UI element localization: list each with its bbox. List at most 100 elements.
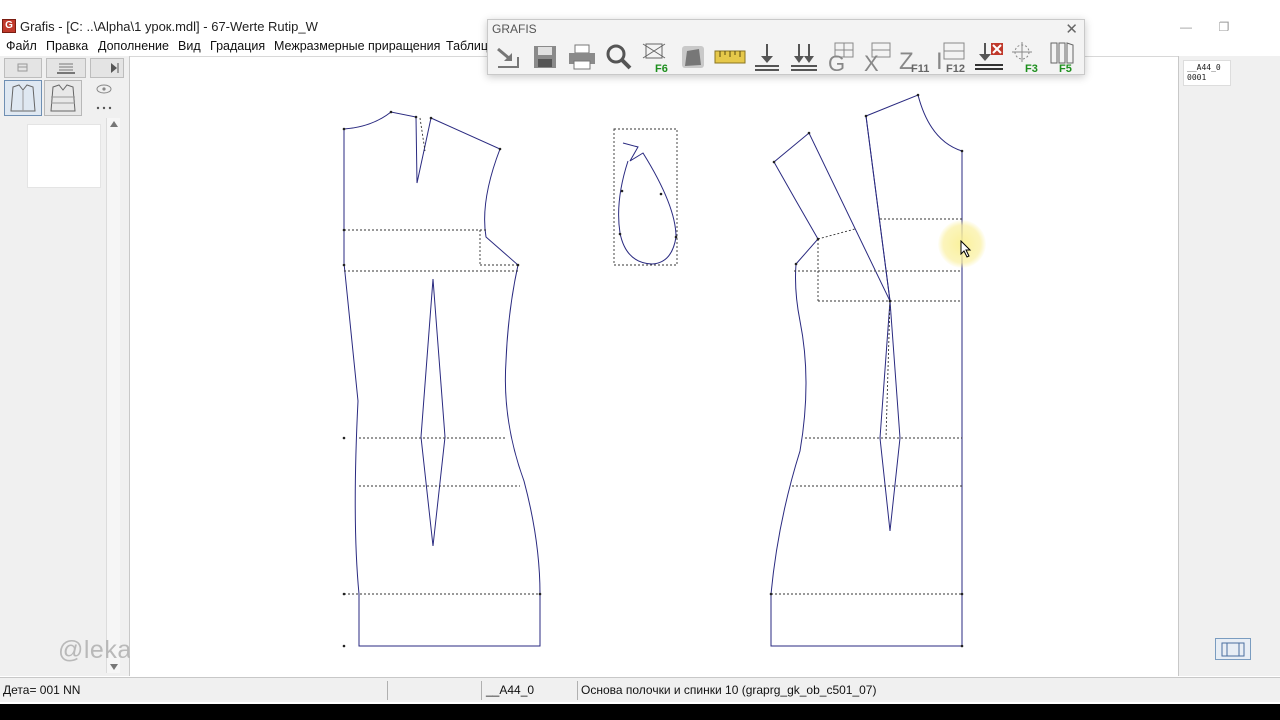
grafis-toolbar-window[interactable]: GRAFIS ✕ F6 G X Z F11 I F12 F3 F5: [487, 19, 1085, 76]
toolbar-title: GRAFIS: [492, 22, 537, 36]
window-title: Grafis - [C: ..\Alpha\1 урок.mdl] - 67-W…: [20, 19, 318, 34]
play-icon: [111, 63, 119, 73]
measure-button[interactable]: [712, 39, 747, 74]
measure-icon: [714, 50, 746, 64]
point: [772, 160, 776, 164]
menu-size-increments[interactable]: Межразмерные приращения: [274, 39, 440, 53]
point: [960, 149, 964, 153]
point: [807, 131, 811, 135]
step-forward-key: F12: [946, 63, 965, 74]
size-label[interactable]: __A44_0 0001: [1183, 60, 1231, 86]
front-dart-leg: [865, 115, 891, 302]
point: [916, 93, 920, 97]
piece-button[interactable]: [675, 39, 710, 74]
menu-edit[interactable]: Правка: [46, 39, 88, 53]
app-icon: G: [2, 19, 16, 33]
delete-step-button[interactable]: [971, 39, 1006, 74]
print-icon: [569, 44, 595, 70]
point: [516, 263, 520, 267]
bodice-grid-icon: [50, 84, 76, 112]
delete-construction-icon: X: [864, 42, 891, 76]
step-forward-icon: I F12: [936, 42, 965, 75]
fit-view-key: F6: [655, 63, 668, 74]
status-detail: Дета= 001 NN: [3, 683, 81, 697]
menu-file[interactable]: Файл: [6, 39, 37, 53]
left-panel-scrollbar[interactable]: [106, 118, 120, 673]
point: [620, 189, 624, 193]
status-bar: Дета= 001 NN __A44_0 Основа полочки и сп…: [0, 677, 1280, 702]
delete-construction-button[interactable]: X: [860, 39, 895, 76]
fit-view-icon: F6: [642, 43, 668, 75]
list-icon: [57, 63, 75, 74]
step-forward-button[interactable]: I F12: [934, 39, 969, 75]
grafis-window: G Grafis - [C: ..\Alpha\1 урок.mdl] - 67…: [0, 0, 1280, 704]
status-separator: [481, 681, 482, 700]
point-info-key: F3: [1025, 63, 1038, 74]
zoom-icon: [606, 44, 632, 70]
minimize-button[interactable]: —: [1166, 17, 1206, 38]
toolbar-close-button[interactable]: ✕: [1065, 20, 1078, 38]
print-button[interactable]: [564, 39, 599, 74]
status-size: __A44_0: [486, 683, 535, 697]
front-waist-dart: [879, 300, 901, 532]
menu-addition[interactable]: Дополнение: [98, 39, 169, 53]
back-piece-tool[interactable]: [44, 80, 82, 116]
delete-step-icon: [975, 43, 1003, 70]
step-back-icon: ZF11: [899, 48, 929, 75]
delete-key: X: [864, 51, 879, 74]
point: [429, 116, 433, 120]
drawing-canvas[interactable]: [130, 56, 1178, 676]
fit-view-button[interactable]: F6: [638, 39, 673, 75]
point: [342, 127, 346, 131]
point: [342, 228, 346, 232]
panel-list-button[interactable]: [46, 58, 86, 78]
front-bust-line: [817, 228, 856, 240]
point: [414, 115, 418, 119]
pieces-button[interactable]: F5: [1045, 39, 1080, 75]
point: [342, 644, 346, 648]
point: [498, 147, 502, 151]
save-icon: [534, 46, 556, 68]
zoom-button[interactable]: [601, 39, 636, 74]
size-label-line1: __A44_0: [1187, 63, 1221, 72]
point: [342, 263, 346, 267]
armhole-template: [618, 142, 677, 265]
point: [769, 592, 773, 596]
scroll-arrows-icon: [110, 121, 118, 670]
point: [888, 299, 892, 303]
piece-view-button[interactable]: [1215, 638, 1251, 660]
pattern-drawing: [342, 93, 964, 648]
open-button[interactable]: [490, 39, 525, 74]
point: [538, 592, 542, 596]
left-panel: @lekala.proff: [0, 56, 211, 676]
menu-view[interactable]: Вид: [178, 39, 201, 53]
front-piece-tool[interactable]: [4, 80, 42, 116]
insert-button[interactable]: [749, 39, 784, 74]
piece-thumbnail[interactable]: [27, 124, 101, 188]
point: [794, 262, 798, 266]
back-contour: [343, 111, 541, 647]
insert-icon: [755, 44, 779, 71]
panel-mode-button[interactable]: [4, 58, 42, 78]
back-neck-aux: [419, 117, 426, 152]
piece-frame-icon: [1221, 642, 1245, 657]
visibility-tool[interactable]: [86, 80, 124, 116]
point: [389, 110, 393, 114]
menu-tables[interactable]: Таблиц: [446, 39, 488, 53]
step-back-button[interactable]: Z F11: [897, 39, 932, 75]
save-button[interactable]: [527, 39, 562, 74]
grading-button[interactable]: G: [823, 39, 858, 76]
grading-key: G: [828, 51, 845, 74]
maximize-button[interactable]: ❐: [1204, 17, 1244, 38]
back-waist-dart: [420, 278, 446, 547]
point-info-icon: F3: [1012, 42, 1038, 75]
grading-icon: G: [828, 42, 854, 76]
point: [342, 592, 346, 596]
point: [342, 436, 346, 440]
panel-next-button[interactable]: [90, 58, 124, 78]
menu-grading[interactable]: Градация: [210, 39, 265, 53]
insert-all-button[interactable]: [786, 39, 821, 74]
size-label-line2: 0001: [1187, 73, 1207, 82]
point-info-button[interactable]: F3: [1008, 39, 1043, 75]
grid-icon: [17, 63, 28, 72]
